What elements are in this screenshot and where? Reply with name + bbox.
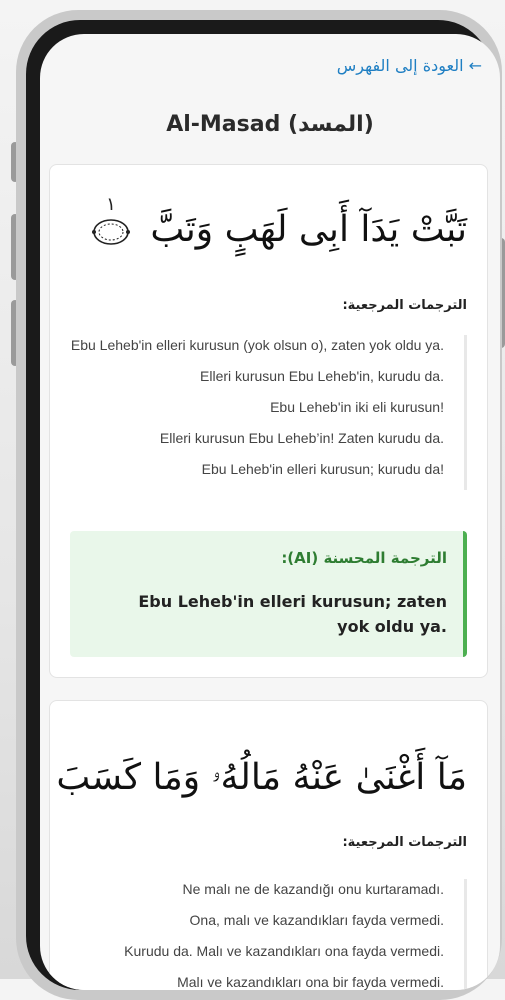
reference-translations-list: Ne malı ne de kazandığı onu kurtaramadı.…	[70, 879, 467, 990]
verse-arabic: تَبَّتْ يَدَآ أَبِى لَهَبٍ وَتَبَّ ١	[91, 194, 467, 250]
ai-translation-box: الترجمة المحسنة (AI): Ebu Leheb'in eller…	[70, 531, 467, 657]
verse-arabic-text: مَآ أَغْنَىٰ عَنْهُ مَالُهُۥ وَمَا كَسَب…	[56, 757, 467, 798]
ai-translation-heading: الترجمة المحسنة (AI):	[281, 549, 447, 567]
verse-number: ١	[106, 194, 116, 215]
verse-card: تَبَّتْ يَدَآ أَبِى لَهَبٍ وَتَبَّ ١ الت…	[49, 164, 488, 678]
verse-number-marker: ١	[91, 194, 131, 248]
verse-arabic-text: تَبَّتْ يَدَآ أَبِى لَهَبٍ وَتَبَّ	[150, 209, 467, 250]
verse-arabic: مَآ أَغْنَىٰ عَنْهُ مَالُهُۥ وَمَا كَسَب…	[40, 757, 467, 799]
reference-translations-list: Ebu Leheb'in elleri kurusun (yok olsun o…	[70, 335, 467, 490]
translation-item: Malı ve kazandıkları ona bir fayda verme…	[177, 974, 444, 990]
verse-end-ornament-icon	[91, 219, 130, 245]
translation-item: Ebu Leheb'in elleri kurusun (yok olsun o…	[70, 337, 444, 353]
translation-item: Ne malı ne de kazandığı onu kurtaramadı.	[182, 881, 444, 897]
reference-translations-heading: الترجمات المرجعية:	[342, 835, 467, 850]
phone-frame: ← العودة إلى الفهرس Al-Masad (المسد) تَب…	[16, 10, 502, 1000]
phone-bezel: ← العودة إلى الفهرس Al-Masad (المسد) تَب…	[26, 20, 500, 990]
verse-card: مَآ أَغْنَىٰ عَنْهُ مَالُهُۥ وَمَا كَسَب…	[49, 700, 488, 990]
translation-item: Ebu Leheb'in elleri kurusun; kurudu da!	[201, 461, 444, 477]
back-to-index-link[interactable]: ← العودة إلى الفهرس	[337, 56, 482, 75]
translation-item: Ebu Leheb'in iki eli kurusun!	[270, 399, 444, 415]
translation-item: Elleri kurusun Ebu Leheb'in, kurudu da.	[200, 368, 444, 384]
screen: ← العودة إلى الفهرس Al-Masad (المسد) تَب…	[40, 34, 500, 990]
translation-item: Kurudu da. Malı ve kazandıkları ona fayd…	[124, 943, 444, 959]
reference-translations-heading: الترجمات المرجعية:	[342, 298, 467, 313]
translation-item: Ona, malı ve kazandıkları fayda vermedi.	[189, 912, 444, 928]
translation-item: Elleri kurusun Ebu Leheb’in! Zaten kurud…	[159, 430, 444, 446]
page-title: Al-Masad (المسد)	[166, 112, 374, 137]
ai-translation-text: Ebu Leheb'in elleri kurusun; zaten yok o…	[138, 592, 447, 636]
